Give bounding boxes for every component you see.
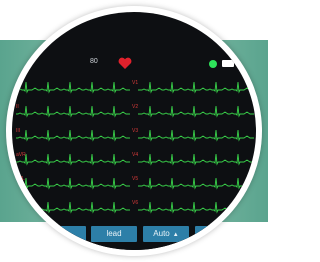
report-button[interactable]: Report <box>195 226 243 242</box>
filter-caret-icon: ▲ <box>65 232 72 238</box>
ecg-trace-left <box>16 129 130 142</box>
status-dot-icon <box>209 60 217 68</box>
ecg-trace-right <box>138 105 254 118</box>
ecg-trace-left <box>16 81 130 94</box>
lead-button[interactable]: lead <box>91 226 137 242</box>
lead-label: III <box>16 128 21 134</box>
lead-label: V5 <box>132 176 139 182</box>
monitor-header: 80 <box>12 56 256 72</box>
filter-button-label: Filter <box>44 229 63 238</box>
lead-label: II <box>16 104 19 110</box>
ecg-trace-right <box>138 129 254 142</box>
bottom-toolbar: Filter ▲ lead Auto ▲ Report <box>12 224 256 250</box>
ecg-trace-left <box>16 177 130 190</box>
heart-icon <box>118 57 132 69</box>
lead-label: aVR <box>16 152 26 158</box>
lead-label: V3 <box>132 128 139 134</box>
report-button-label: Report <box>206 229 231 238</box>
ecg-trace-left <box>16 153 130 166</box>
lead-label: V6 <box>132 200 139 206</box>
auto-caret-icon: ▲ <box>172 232 179 238</box>
ecg-trace-right <box>138 81 254 94</box>
lead-label: aVF <box>16 200 26 206</box>
lead-label: aVL <box>16 176 25 182</box>
filter-button[interactable]: Filter ▲ <box>30 226 86 242</box>
monitor-screen: 80 I II III aVR aVL aVF V1 V2 V3 V4 V5 V6 Filter ▲ l… <box>12 12 256 250</box>
auto-button[interactable]: Auto ▲ <box>143 226 189 242</box>
ecg-trace-right <box>138 177 254 190</box>
lead-button-label: lead <box>106 229 122 238</box>
ecg-display: I II III aVR aVL aVF V1 V2 V3 V4 V5 V6 <box>12 72 256 224</box>
lead-label: I <box>16 80 18 86</box>
ecg-trace-right <box>138 153 254 166</box>
battery-icon <box>222 60 234 67</box>
heart-rate-value: 80 <box>90 58 98 65</box>
ecg-trace-left <box>16 201 130 214</box>
lead-label: V1 <box>132 80 139 86</box>
auto-button-label: Auto <box>153 229 170 238</box>
lead-label: V4 <box>132 152 139 158</box>
ecg-trace-right <box>138 201 254 214</box>
ecg-trace-left <box>16 105 130 118</box>
lead-label: V2 <box>132 104 139 110</box>
